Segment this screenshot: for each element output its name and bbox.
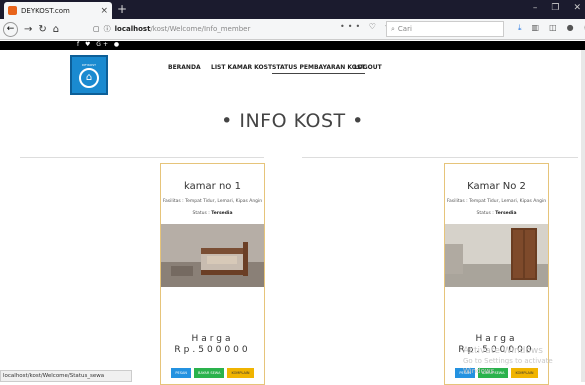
- room-card: kamar no 1 Fasilitas : Tempat Tidur, Lem…: [160, 163, 265, 385]
- toolbar-icons: ⤓ ▥ ◫ ● ≡: [518, 23, 585, 33]
- divider-right: [302, 157, 578, 158]
- bayar-sewa-button[interactable]: BAYAR SEWA: [194, 368, 225, 378]
- extension-icon[interactable]: ●: [567, 23, 574, 33]
- reload-icon[interactable]: ↻: [38, 24, 46, 35]
- page-title: • INFO KOST •: [221, 110, 364, 132]
- minimize-icon[interactable]: –: [533, 3, 538, 13]
- price-label: Harga: [191, 334, 234, 344]
- browser-tab[interactable]: DEYKOST.com ×: [4, 2, 112, 19]
- home-icon[interactable]: ⌂: [53, 24, 59, 35]
- page-actions-icon[interactable]: •••: [340, 22, 363, 31]
- info-icon[interactable]: ⓘ: [104, 24, 111, 34]
- window-controls: – ❐ ✕: [533, 3, 581, 13]
- page-icon: ▢: [93, 25, 100, 33]
- site-favicon-icon: [8, 6, 17, 15]
- room-facilities: Fasilitas : Tempat Tidur, Lemari, Kipas …: [162, 199, 263, 204]
- close-window-icon[interactable]: ✕: [573, 3, 581, 13]
- browser-status-bar: localhost/kost/Welcome/Status_sewa: [0, 370, 132, 382]
- room-photo: [161, 224, 264, 287]
- browser-navbar: ← → ↻ ⌂ ▢ ⓘ localhost/kost/Welcome/Info_…: [0, 19, 585, 40]
- price-value: Rp.500000: [174, 345, 251, 355]
- room-actions: PESAN BAYAR SEWA KOMPLAIN: [161, 368, 264, 378]
- komplain-button[interactable]: KOMPLAIN: [227, 368, 254, 378]
- status-value: Tersedia: [211, 211, 233, 216]
- search-placeholder: Cari: [397, 25, 412, 33]
- watermark-title: Activate Windows: [463, 346, 543, 356]
- status-label: Status :: [192, 211, 210, 216]
- menu-beranda[interactable]: BERANDA: [168, 64, 201, 71]
- room-photo: [445, 224, 548, 287]
- forward-icon[interactable]: →: [24, 24, 32, 35]
- divider-left: [20, 157, 264, 158]
- menu-status-pembayaran-kost[interactable]: STATUS PEMBAYARAN KOST: [272, 64, 366, 74]
- social-icons[interactable]: f ♥ G+ ●: [77, 41, 121, 48]
- status-value: Tersedia: [495, 211, 517, 216]
- site-top-bar: f ♥ G+ ●: [0, 41, 585, 50]
- site-logo[interactable]: DEYKOST ⌂: [70, 55, 108, 95]
- pesan-button[interactable]: PESAN: [171, 368, 192, 378]
- sidebar-icon[interactable]: ◫: [549, 23, 557, 33]
- search-box[interactable]: ⌕ Cari: [386, 21, 504, 37]
- watermark-subtitle: Go to Settings to activate Windows.: [463, 357, 553, 375]
- menu-list-kamar-kost[interactable]: LIST KAMAR KOST: [211, 64, 272, 71]
- pocket-icon[interactable]: ♡: [369, 22, 379, 31]
- room-status: Status : Tersedia: [161, 211, 264, 216]
- url-host: localhost: [114, 25, 151, 33]
- page-scrollbar[interactable]: [581, 50, 585, 382]
- back-button[interactable]: ←: [3, 21, 18, 37]
- search-icon: ⌕: [391, 24, 395, 33]
- windows-activation-watermark: Activate Windows Go to Settings to activ…: [463, 346, 585, 376]
- room-facilities: Fasilitas : Tempat Tidur, Lemari, Kipas …: [446, 199, 547, 204]
- close-tab-icon[interactable]: ×: [100, 6, 108, 16]
- room-name: Kamar No 2: [467, 181, 526, 192]
- download-icon[interactable]: ⤓: [518, 23, 522, 33]
- status-label: Status :: [476, 211, 494, 216]
- price-label: Harga: [475, 334, 518, 344]
- house-icon: ⌂: [79, 67, 99, 88]
- browser-tab-strip: DEYKOST.com × + – ❐ ✕: [0, 0, 585, 19]
- library-icon[interactable]: ▥: [532, 23, 540, 33]
- logo-text: DEYKOST: [82, 62, 96, 67]
- maximize-icon[interactable]: ❐: [551, 3, 559, 13]
- url-path: /kost/Welcome/Info_member: [150, 25, 251, 33]
- room-name: kamar no 1: [184, 181, 241, 192]
- room-status: Status : Tersedia: [445, 211, 548, 216]
- new-tab-button[interactable]: +: [117, 2, 127, 16]
- tab-title: DEYKOST.com: [21, 6, 70, 15]
- menu-logout[interactable]: LOGOUT: [354, 64, 382, 71]
